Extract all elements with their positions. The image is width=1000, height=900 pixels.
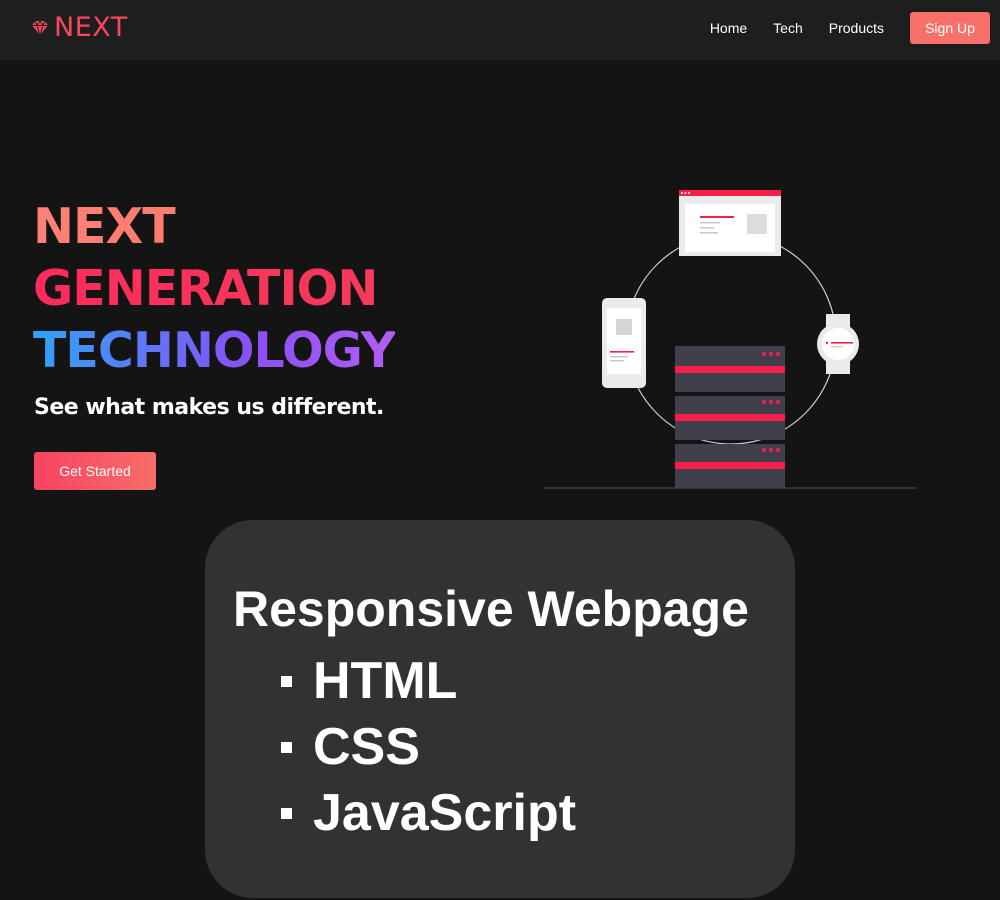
- bullet-icon: [281, 741, 292, 753]
- list-item: HTML: [281, 648, 576, 714]
- logo-text: NEXT: [54, 12, 128, 43]
- list-item: CSS: [281, 714, 576, 780]
- diamond-icon: [32, 20, 48, 35]
- list-item: JavaScript: [281, 780, 576, 846]
- overlay-card: Responsive Webpage HTML CSS JavaScript: [205, 520, 795, 898]
- navbar: NEXT Home Tech Products Sign Up: [0, 0, 1000, 60]
- phone-icon: [602, 298, 646, 388]
- nav-link-home[interactable]: Home: [710, 20, 747, 36]
- connected-devices-illustration: [544, 190, 916, 489]
- logo[interactable]: NEXT: [32, 12, 128, 43]
- bullet-icon: [281, 807, 292, 819]
- server-rack-icon: [675, 346, 785, 488]
- nav-link-tech[interactable]: Tech: [773, 20, 803, 36]
- bullet-icon: [281, 675, 292, 687]
- get-started-button[interactable]: Get Started: [34, 452, 156, 490]
- list-item-label: CSS: [313, 718, 420, 776]
- hero-title-line-3: TECHNOLOGY: [33, 320, 396, 382]
- list-item-label: JavaScript: [313, 784, 577, 842]
- sign-up-button[interactable]: Sign Up: [910, 12, 990, 44]
- nav-link-products[interactable]: Products: [829, 20, 884, 36]
- overlay-title: Responsive Webpage: [233, 581, 749, 637]
- nav-links: Home Tech Products Sign Up: [710, 12, 990, 44]
- hero-title-line-1: NEXT: [33, 196, 395, 258]
- hero-subtitle: See what makes us different.: [34, 395, 384, 420]
- overlay-list: HTML CSS JavaScript: [281, 648, 576, 846]
- hero-title-line-2: GENERATION: [33, 258, 395, 320]
- list-item-label: HTML: [313, 652, 458, 710]
- browser-window-icon: [679, 190, 781, 256]
- hero-title: NEXT GENERATION TECHNOLOGY: [33, 196, 396, 382]
- smartwatch-icon: [817, 314, 859, 374]
